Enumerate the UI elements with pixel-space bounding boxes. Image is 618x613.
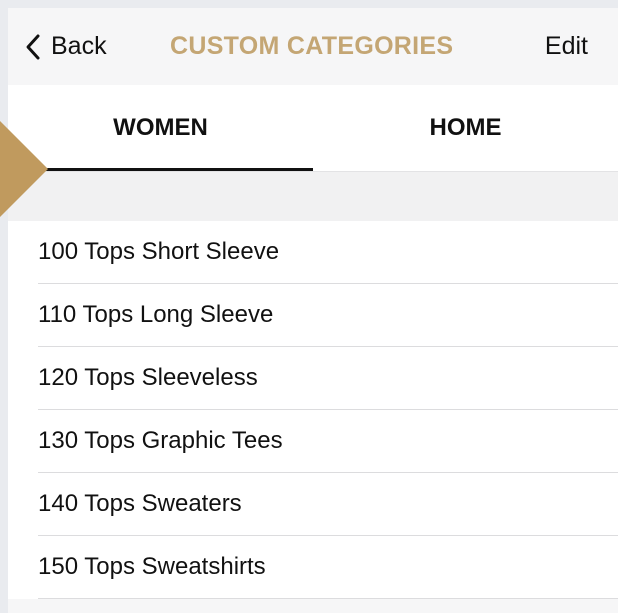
- list-item[interactable]: 110 Tops Long Sleeve: [38, 284, 618, 347]
- chevron-left-icon: [25, 33, 41, 61]
- list-item[interactable]: 150 Tops Sweatshirts: [38, 536, 618, 599]
- list-item[interactable]: 140 Tops Sweaters: [38, 473, 618, 536]
- back-button[interactable]: Back: [25, 8, 107, 85]
- tab-home[interactable]: HOME: [313, 85, 618, 171]
- custom-categories-panel: Back CUSTOM CATEGORIES Edit WOMEN HOME 1…: [8, 8, 618, 613]
- tab-women[interactable]: WOMEN: [8, 85, 313, 171]
- list-item[interactable]: 100 Tops Short Sleeve: [38, 221, 618, 284]
- category-list: 100 Tops Short Sleeve 110 Tops Long Slee…: [8, 221, 618, 599]
- section-spacer: [8, 171, 618, 221]
- page-title: CUSTOM CATEGORIES: [170, 32, 454, 60]
- triangle-pointer-icon: [0, 121, 48, 217]
- navigation-bar: Back CUSTOM CATEGORIES Edit: [8, 8, 618, 85]
- list-item[interactable]: 120 Tops Sleeveless: [38, 347, 618, 410]
- tab-bar: WOMEN HOME: [8, 85, 618, 171]
- list-item[interactable]: 130 Tops Graphic Tees: [38, 410, 618, 473]
- back-label: Back: [51, 32, 107, 60]
- edit-button[interactable]: Edit: [545, 8, 588, 85]
